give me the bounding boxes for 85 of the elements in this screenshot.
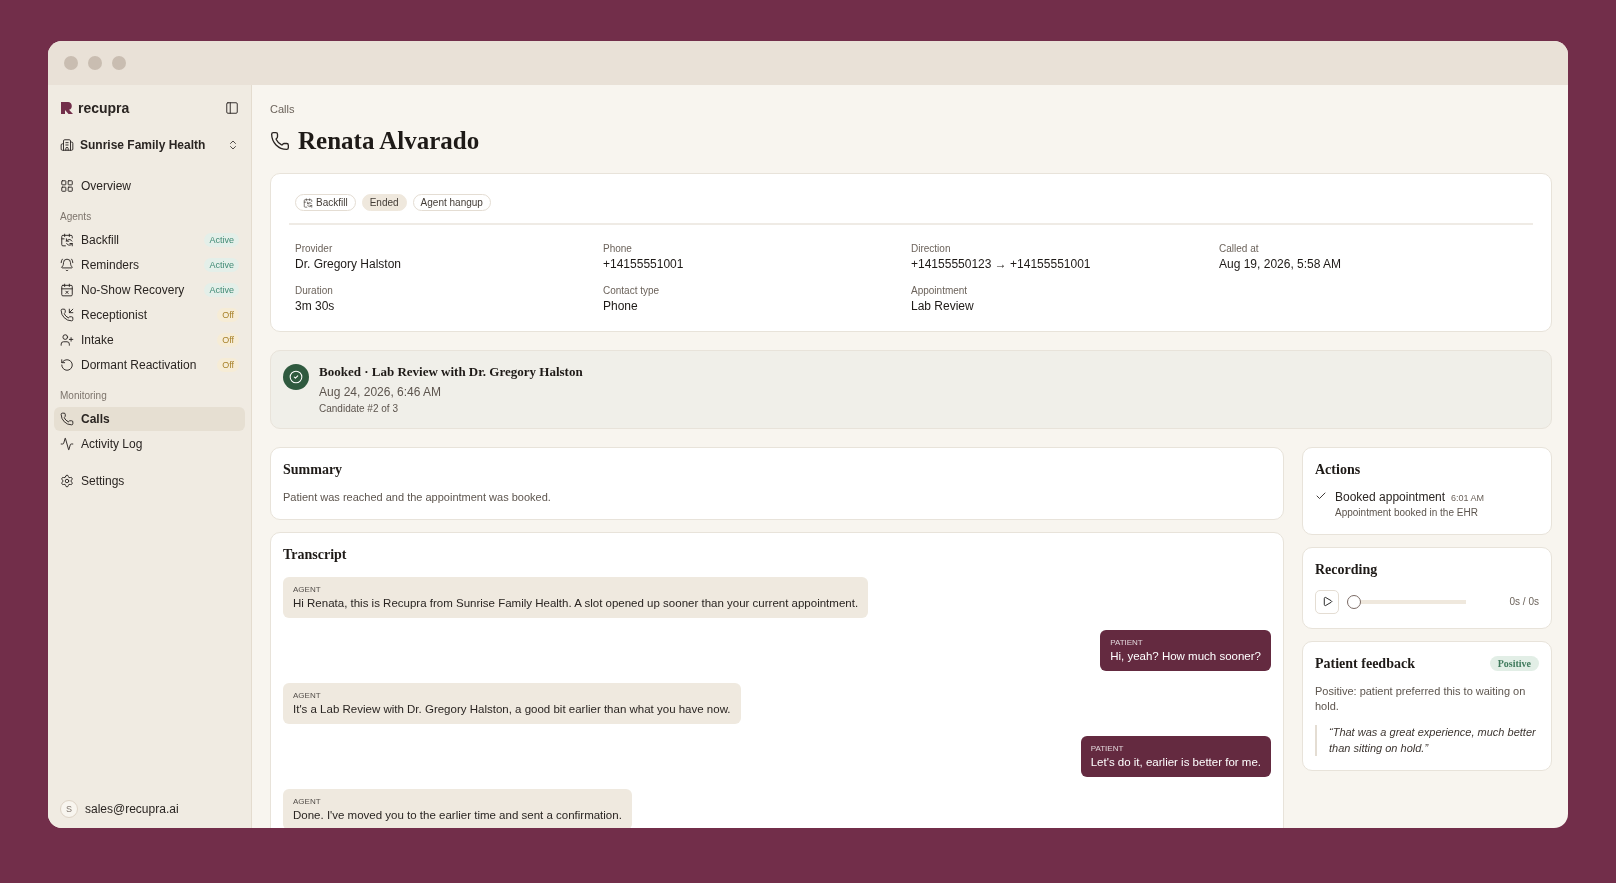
field-label: Duration [295, 285, 334, 296]
calendar-icon [303, 197, 313, 208]
breadcrumb[interactable]: Calls [270, 103, 1552, 115]
tag: Agent hangup [412, 194, 491, 211]
group-title: Monitoring [59, 390, 108, 401]
window-dot[interactable] [64, 56, 78, 70]
bell-icon [60, 258, 74, 272]
field-value: +14155550123 → +14155551001 [911, 257, 1092, 271]
status-badge: Active [204, 233, 239, 247]
nav-item[interactable]: Backfill Active [54, 228, 245, 252]
brand-name: recupra [78, 100, 130, 116]
user-avatar[interactable]: S [60, 800, 78, 818]
card-title: Recording [1315, 561, 1379, 578]
status-badge: Off [217, 358, 239, 372]
phone-icon [60, 308, 74, 322]
nav-item[interactable]: Receptionist Off [54, 303, 245, 327]
field-value: Dr. Gregory Halston [295, 257, 403, 271]
window-dot[interactable] [112, 56, 126, 70]
page-title: Renata Alvarado [298, 127, 480, 155]
nav-item[interactable]: No-Show Recovery Active [54, 278, 245, 302]
field-label: Direction [911, 243, 952, 254]
message-bubble: AGENT Done. I've moved you to the earlier time and sent a confirmation. [283, 789, 632, 828]
card-title: Transcript [283, 547, 348, 564]
user-plus-icon [60, 333, 74, 347]
message-bubble: AGENT Hi Renata, this is Recupra from Sunrise Family Health. A slot opened up sooner than your current appointment. [283, 577, 869, 619]
feedback-quote: “That was a great experience, much better than sitting on hold.” [1315, 724, 1539, 757]
field-label: Called at [1219, 243, 1260, 254]
nav-item[interactable]: Settings [54, 469, 245, 493]
outcome-title: Booked · Lab Review with Dr. Gregory Halston [319, 364, 583, 380]
field-value: Lab Review [911, 299, 975, 313]
summary-text: Patient was reached and the appointment was booked. [283, 489, 552, 505]
feedback-text: Positive: patient preferred this to waiting on hold. [1315, 683, 1527, 715]
nav-item[interactable]: Overview [54, 174, 245, 198]
activity-icon [60, 437, 74, 451]
field-value: +14155551001 [603, 257, 685, 271]
settings-icon [60, 474, 74, 488]
status-badge: Active [204, 283, 239, 297]
message-bubble: PATIENT Let's do it, earlier is better for me. [1080, 736, 1271, 778]
action-detail: Appointment booked in the EHR [1335, 505, 1479, 520]
card-title: Actions [1315, 461, 1362, 478]
message-bubble: PATIENT Hi, yeah? How much sooner? [1100, 630, 1271, 672]
tag: Ended [361, 194, 407, 211]
status-badge: Off [217, 308, 239, 322]
field-value: 3m 30s [295, 299, 336, 313]
field-value: Aug 19, 2026, 5:58 AM [1219, 257, 1343, 271]
calendar-icon [60, 283, 74, 297]
field-label: Phone [603, 243, 633, 254]
phone-icon [60, 412, 74, 426]
card-title: Patient feedback [1315, 655, 1415, 672]
user-email: sales@recupra.ai [85, 802, 179, 816]
field-label: Contact type [603, 285, 661, 296]
status-badge: Off [217, 333, 239, 347]
window-dot[interactable] [88, 56, 102, 70]
nav-item[interactable]: Activity Log [54, 432, 245, 456]
field-label: Appointment [911, 285, 969, 296]
card-title: Summary [283, 461, 344, 478]
nav-item[interactable]: Intake Off [54, 328, 245, 352]
group-title: Agents [59, 211, 93, 222]
play-button[interactable] [1315, 589, 1339, 614]
nav-item[interactable]: Dormant Reactivation Off [54, 353, 245, 377]
sentiment-badge: Positive [1489, 656, 1539, 672]
chevrons-icon [227, 139, 239, 151]
status-badge: Active [204, 258, 239, 272]
slider-thumb[interactable] [1347, 594, 1361, 609]
field-value: Phone [603, 299, 639, 313]
nav-item[interactable]: Calls [54, 407, 245, 431]
outcome-date: Aug 24, 2026, 6:46 AM [319, 384, 443, 401]
org-switcher[interactable]: Sunrise Family Health [54, 134, 245, 156]
phone-icon [270, 131, 290, 151]
check-circle-icon [283, 364, 309, 390]
tag: Backfill [295, 194, 356, 211]
grid-icon [60, 179, 74, 193]
calendar-icon [60, 233, 74, 247]
action-time: 6:01 AM [1451, 492, 1485, 503]
nav-item[interactable]: Reminders Active [54, 253, 245, 277]
logo-icon [60, 101, 74, 115]
play-icon [1321, 596, 1333, 608]
outcome-note: Candidate #2 of 3 [319, 401, 399, 416]
message-bubble: AGENT It's a Lab Review with Dr. Gregory Halston, a good bit earlier than what you have now. [283, 683, 741, 725]
sidebar-toggle-icon[interactable] [225, 101, 239, 115]
action-title: Booked appointment [1335, 489, 1446, 504]
building-icon [60, 138, 74, 152]
rotate-icon [60, 358, 74, 372]
playback-time: 0s / 0s [1509, 596, 1539, 608]
field-label: Provider [295, 243, 334, 254]
